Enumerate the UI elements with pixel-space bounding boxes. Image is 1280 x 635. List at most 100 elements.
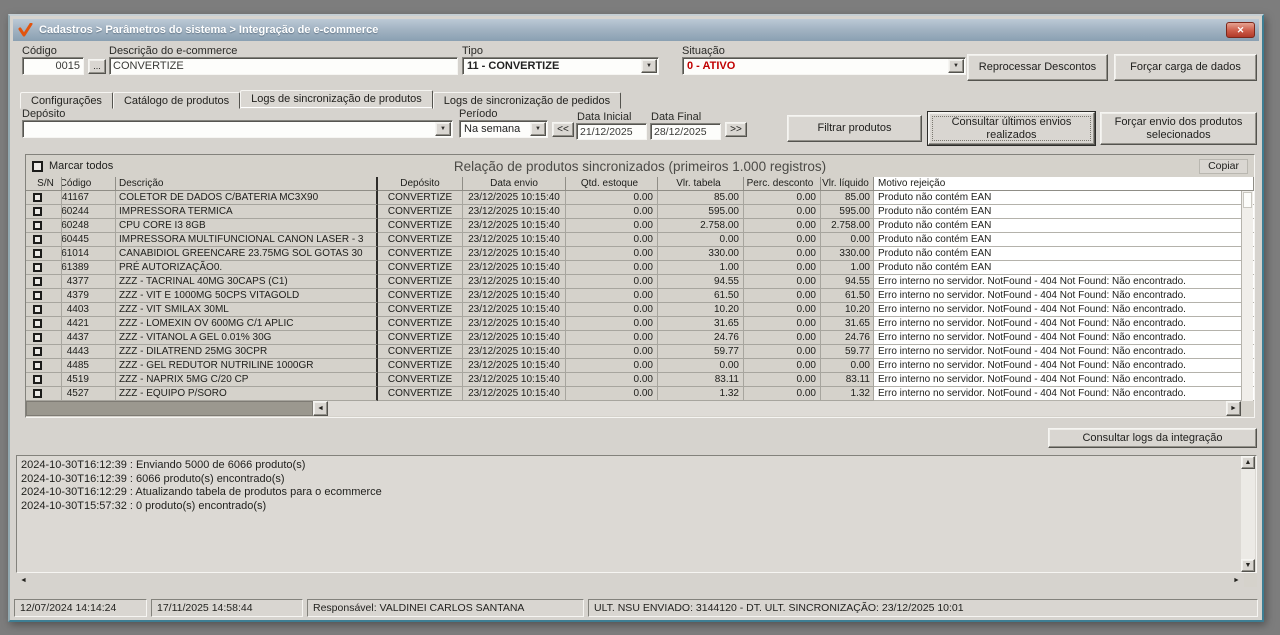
scrollbar-track[interactable]	[328, 401, 1226, 416]
column-header[interactable]: Data envio	[463, 177, 566, 191]
table-row[interactable]: 4527 ZZZ - EQUIPO P/SORO CONVERTIZE 23/12/2…	[26, 387, 1254, 401]
tab-configura-es[interactable]: Configurações	[20, 92, 113, 109]
checkbox-icon[interactable]	[33, 291, 42, 300]
cell-vlr-liquido: 1.32	[821, 387, 874, 401]
periodo-prev-button[interactable]: <<	[552, 122, 574, 137]
filtrar-produtos-button[interactable]: Filtrar produtos	[787, 115, 922, 142]
tab-cat-logo-de-produtos[interactable]: Catálogo de produtos	[112, 92, 241, 109]
cell-sn[interactable]	[26, 373, 62, 387]
checkbox-icon[interactable]	[33, 333, 42, 342]
checkbox-icon[interactable]	[33, 347, 42, 356]
cell-sn[interactable]	[26, 247, 62, 261]
data-final-input[interactable]	[650, 123, 721, 140]
column-header[interactable]: Descrição	[116, 177, 378, 191]
table-row[interactable]: 60244 IMPRESSORA TERMICA CONVERTIZE 23/12/2…	[26, 205, 1254, 219]
codigo-input[interactable]	[22, 57, 84, 75]
checkbox-icon[interactable]	[33, 249, 42, 258]
cell-sn[interactable]	[26, 387, 62, 401]
scroll-right-icon[interactable]: ►	[1226, 401, 1241, 416]
table-row[interactable]: 61014 CANABIDIOL GREENCARE 23.75MG SOL GO…	[26, 247, 1254, 261]
deposito-select[interactable]: ▼	[22, 120, 453, 138]
table-row[interactable]: 4379 ZZZ - VIT E 1000MG 50CPS VITAGOLD CON…	[26, 289, 1254, 303]
data-inicial-input[interactable]	[576, 123, 647, 140]
chevron-down-icon[interactable]: ▼	[641, 59, 657, 73]
column-header[interactable]: Perc. desconto	[744, 177, 821, 191]
table-row[interactable]: 4377 ZZZ - TACRINAL 40MG 30CAPS (C1) CONVE…	[26, 275, 1254, 289]
cell-sn[interactable]	[26, 261, 62, 275]
scrollbar-thumb[interactable]	[1243, 192, 1252, 208]
column-header[interactable]: Depósito	[378, 177, 463, 191]
cell-codigo: 4421	[62, 317, 116, 331]
close-icon[interactable]: ✕	[1226, 22, 1255, 38]
table-row[interactable]: 4403 ZZZ - VIT SMILAX 30ML CONVERTIZE 23/12…	[26, 303, 1254, 317]
scroll-up-icon[interactable]: ▲	[1241, 456, 1255, 469]
cell-sn[interactable]	[26, 205, 62, 219]
scroll-left-icon[interactable]: ◄	[313, 401, 328, 416]
checkbox-icon[interactable]	[33, 305, 42, 314]
cell-sn[interactable]	[26, 317, 62, 331]
scrollbar-track[interactable]	[31, 573, 1229, 587]
forcar-carga-button[interactable]: Forçar carga de dados	[1114, 54, 1257, 81]
cell-sn[interactable]	[26, 275, 62, 289]
chevron-down-icon[interactable]: ▼	[948, 59, 964, 73]
log-memo[interactable]: 2024-10-30T16:12:39 : Enviando 5000 de 6…	[16, 455, 1257, 573]
reprocessar-descontos-button[interactable]: Reprocessar Descontos	[967, 54, 1108, 81]
checkbox-icon[interactable]	[33, 361, 42, 370]
checkbox-icon[interactable]	[33, 375, 42, 384]
checkbox-icon[interactable]	[33, 207, 42, 216]
cell-sn[interactable]	[26, 331, 62, 345]
checkbox-icon[interactable]	[33, 235, 42, 244]
column-header[interactable]: S/N	[26, 177, 62, 191]
column-header[interactable]: Vlr. líquido	[821, 177, 874, 191]
cell-vlr-tabela: 595.00	[658, 205, 744, 219]
table-row[interactable]: 4421 ZZZ - LOMEXIN OV 600MG C/1 APLIC CONV…	[26, 317, 1254, 331]
descricao-input[interactable]	[109, 57, 458, 75]
motivo-vertical-scrollbar[interactable]	[1241, 191, 1253, 401]
table-row[interactable]: 60248 CPU CORE I3 8GB CONVERTIZE 23/12/2025…	[26, 219, 1254, 233]
table-row[interactable]: 4437 ZZZ - VITANOL A GEL 0.01% 30G CONVERT…	[26, 331, 1254, 345]
column-header[interactable]: Qtd. estoque	[566, 177, 658, 191]
table-row[interactable]: 60445 IMPRESSORA MULTIFUNCIONAL CANON LAS…	[26, 233, 1254, 247]
checkbox-icon[interactable]	[33, 221, 42, 230]
tab-logs-de-sincroniza-o-de-produtos[interactable]: Logs de sincronização de produtos	[240, 90, 433, 109]
cell-sn[interactable]	[26, 191, 62, 205]
table-row[interactable]: 4519 ZZZ - NAPRIX 5MG C/20 CP CONVERTIZE 23…	[26, 373, 1254, 387]
checkbox-icon[interactable]	[33, 319, 42, 328]
tab-logs-de-sincroniza-o-de-pedidos[interactable]: Logs de sincronização de pedidos	[432, 92, 622, 109]
forcar-envio-button[interactable]: Forçar envio dos produtos selecionados	[1100, 112, 1257, 145]
table-row[interactable]: 61389 PRÉ AUTORIZAÇÃO0. CONVERTIZE 23/12/20…	[26, 261, 1254, 275]
column-header[interactable]: Motivo rejeição	[874, 177, 1254, 191]
chevron-down-icon[interactable]: ▼	[530, 122, 546, 136]
consultar-envios-button[interactable]: Consultar últimos envios realizados	[928, 112, 1095, 145]
checkbox-icon[interactable]	[33, 193, 42, 202]
checkbox-icon[interactable]	[33, 277, 42, 286]
cell-sn[interactable]	[26, 219, 62, 233]
chevron-down-icon[interactable]: ▼	[435, 122, 451, 136]
cell-sn[interactable]	[26, 233, 62, 247]
table-row[interactable]: 41167 COLETOR DE DADOS C/BATERIA MC3X90 CO…	[26, 191, 1254, 205]
checkbox-icon[interactable]	[33, 389, 42, 398]
consultar-logs-button[interactable]: Consultar logs da integração	[1048, 428, 1257, 448]
periodo-select[interactable]: Na semana ▼	[459, 120, 548, 138]
column-header[interactable]: Vlr. tabela	[658, 177, 744, 191]
checkbox-icon[interactable]	[33, 263, 42, 272]
cell-vlr-tabela: 2.758.00	[658, 219, 744, 233]
situacao-select[interactable]: 0 - ATIVO ▼	[682, 57, 966, 75]
scroll-right-icon[interactable]: ►	[1229, 573, 1244, 587]
table-row[interactable]: 4443 ZZZ - DILATREND 25MG 30CPR CONVERTIZE…	[26, 345, 1254, 359]
log-vertical-scrollbar[interactable]: ▲ ▼	[1241, 456, 1255, 572]
cell-codigo: 4519	[62, 373, 116, 387]
cell-sn[interactable]	[26, 289, 62, 303]
column-header[interactable]: Código	[62, 177, 116, 191]
codigo-browse-button[interactable]: ...	[88, 59, 106, 74]
cell-motivo: Produto não contém EAN	[874, 247, 1254, 261]
scroll-left-icon[interactable]: ◄	[16, 573, 31, 587]
cell-sn[interactable]	[26, 303, 62, 317]
scroll-down-icon[interactable]: ▼	[1241, 559, 1255, 572]
periodo-next-button[interactable]: >>	[725, 122, 747, 137]
tipo-select[interactable]: 11 - CONVERTIZE ▼	[462, 57, 659, 75]
cell-vlr-liquido: 94.55	[821, 275, 874, 289]
table-row[interactable]: 4485 ZZZ - GEL REDUTOR NUTRILINE 1000GR CO…	[26, 359, 1254, 373]
cell-sn[interactable]	[26, 359, 62, 373]
cell-sn[interactable]	[26, 345, 62, 359]
